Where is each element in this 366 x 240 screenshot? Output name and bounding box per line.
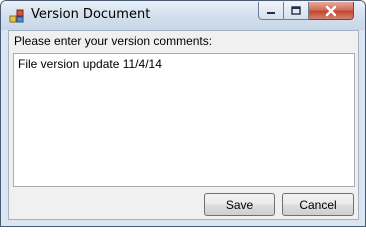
prompt-label: Please enter your version comments: [14,34,213,48]
save-button[interactable]: Save [204,193,275,216]
version-app-icon [9,8,25,24]
version-document-window: Version Document Please enter your versi… [0,0,366,227]
maximize-icon [291,5,301,15]
version-comments-textarea[interactable]: File version update 11/4/14 [13,53,355,187]
title-bar[interactable]: Version Document [1,1,365,30]
cancel-button[interactable]: Cancel [282,193,354,216]
maximize-button[interactable] [284,2,309,20]
close-icon [325,5,337,16]
dialog-body: Please enter your version comments: File… [8,30,359,220]
window-title: Version Document [31,7,151,22]
minimize-icon [267,11,275,14]
close-button[interactable] [309,2,354,20]
minimize-button[interactable] [258,2,284,20]
